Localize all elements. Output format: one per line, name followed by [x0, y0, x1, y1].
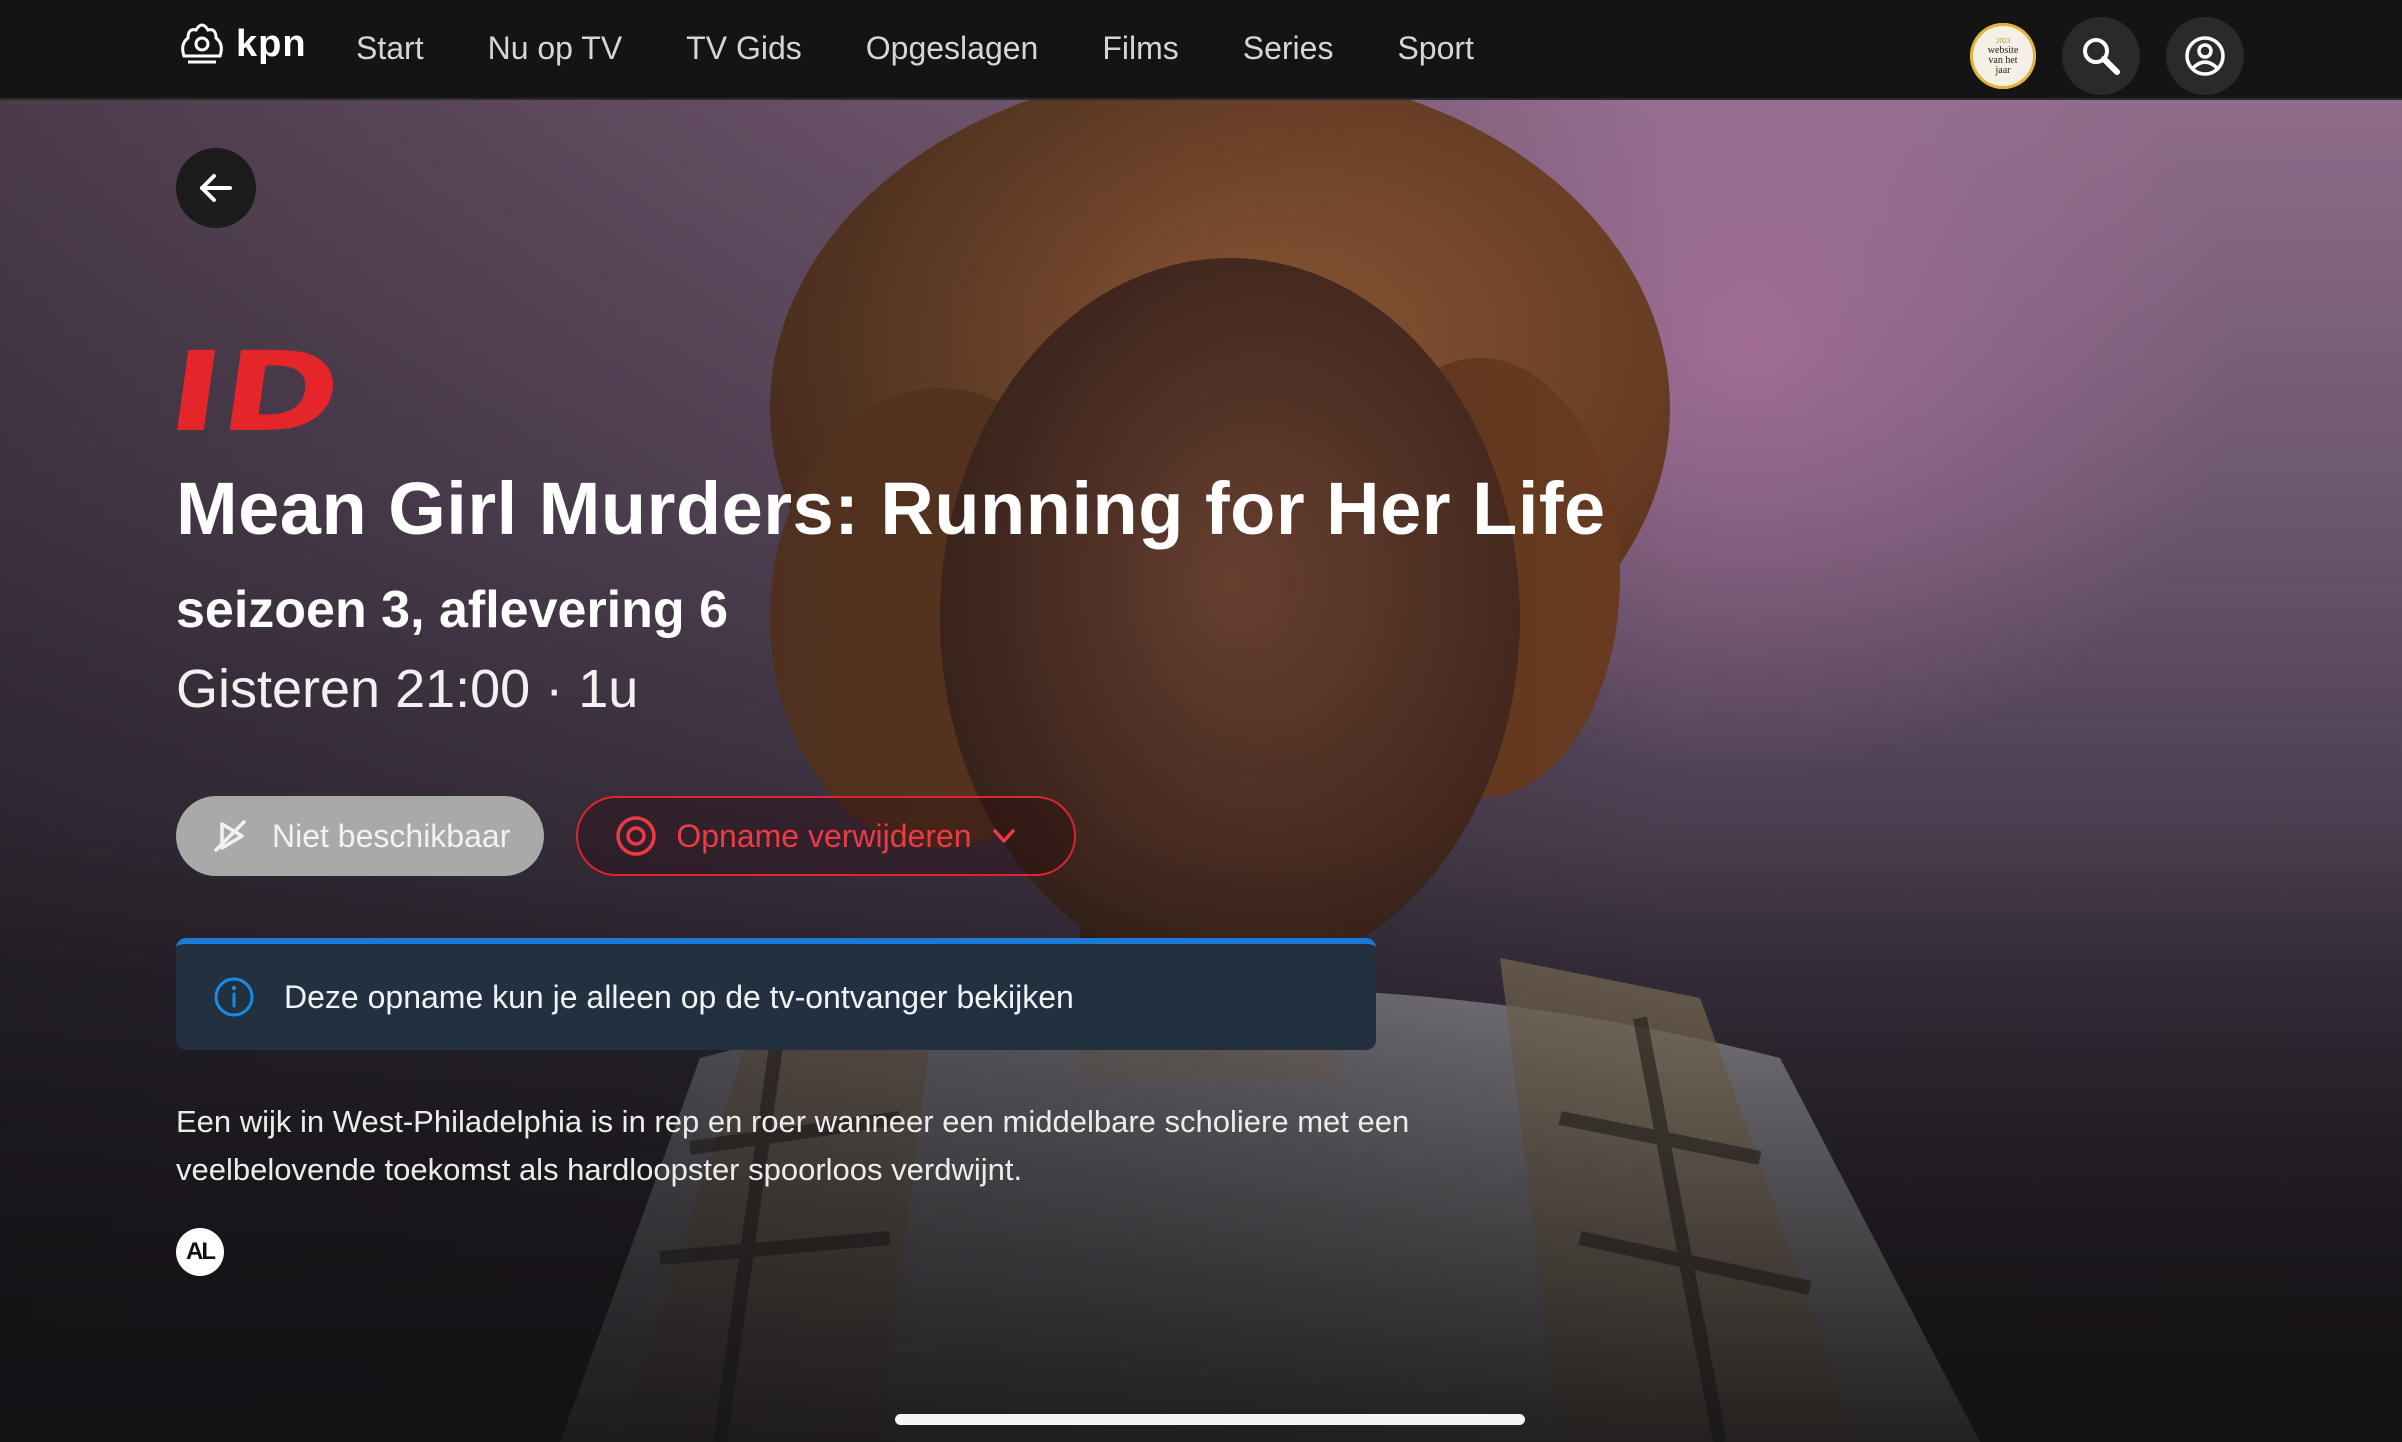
program-description: Een wijk in West-Philadelphia is in rep …	[176, 1104, 1410, 1187]
kpn-crown-icon	[181, 23, 223, 64]
nav-item-start[interactable]: Start	[356, 30, 424, 67]
arrow-left-icon	[200, 174, 232, 202]
nav-item-tv-gids[interactable]: TV Gids	[686, 30, 802, 67]
id-channel-logo: ID	[160, 328, 348, 456]
profile-button[interactable]	[2166, 17, 2244, 95]
nav-item-series[interactable]: Series	[1243, 30, 1334, 67]
program-title: Mean Girl Murders: Running for Her Life	[176, 467, 1606, 550]
home-indicator[interactable]	[895, 1414, 1525, 1425]
play-slash-icon	[214, 820, 246, 852]
user-profile-icon	[2185, 36, 2225, 76]
info-notice: Deze opname kun je alleen op de tv-ontva…	[176, 938, 1376, 1050]
info-icon	[214, 977, 254, 1017]
broadcast-time: Gisteren 21:00 · 1u	[176, 659, 639, 719]
nav-item-nu-op-tv[interactable]: Nu op TV	[488, 30, 623, 67]
delete-recording-button[interactable]: Opname verwijderen	[576, 796, 1076, 876]
back-button[interactable]	[176, 148, 256, 228]
age-rating-badge: AL	[176, 1228, 224, 1276]
episode-info: seizoen 3, aflevering 6	[176, 581, 729, 639]
action-buttons: Niet beschikbaar Opname verwijderen	[176, 796, 1076, 876]
logo-text: kpn	[236, 22, 307, 65]
record-icon	[616, 816, 657, 856]
award-line3: jaar	[1995, 65, 2011, 76]
not-available-button: Niet beschikbaar	[176, 796, 545, 876]
search-button[interactable]	[2062, 17, 2140, 95]
main-nav: Start Nu op TV TV Gids Opgeslagen Films …	[356, 0, 1538, 96]
channel-logo-text: ID	[176, 346, 346, 446]
chevron-down-icon	[992, 829, 1015, 843]
top-actions: 2023 website van het jaar	[1970, 17, 2244, 95]
hero-background	[0, 98, 2402, 1442]
notice-text: Deze opname kun je alleen op de tv-ontva…	[284, 978, 1074, 1015]
nav-item-films[interactable]: Films	[1102, 30, 1178, 67]
top-navigation-bar: kpn Start Nu op TV TV Gids Opgeslagen Fi…	[0, 0, 2402, 100]
delete-recording-label: Opname verwijderen	[676, 817, 972, 854]
not-available-label: Niet beschikbaar	[272, 817, 511, 854]
nav-item-sport[interactable]: Sport	[1397, 30, 1473, 67]
nav-item-opgeslagen[interactable]: Opgeslagen	[866, 30, 1039, 67]
website-award-badge: 2023 website van het jaar	[1970, 23, 2036, 89]
search-icon	[2083, 38, 2120, 75]
hero-portrait-image	[560, 98, 1980, 1442]
kpn-logo[interactable]: kpn	[174, 16, 307, 72]
channel-logo: ID	[160, 328, 348, 456]
